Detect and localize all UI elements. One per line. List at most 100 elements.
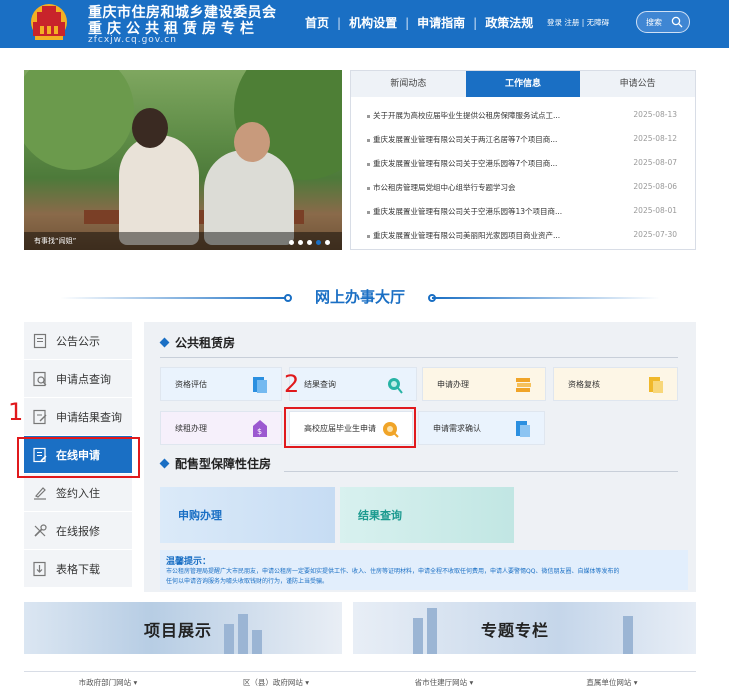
divider-dot: [284, 294, 292, 302]
top-nav: 首页 | 机构设置 | 申请指南 | 政策法规: [305, 14, 533, 31]
news-title[interactable]: 重庆发展置业管理有限公司关于空港乐园等7个项目商...: [373, 158, 603, 169]
building-graphic: [224, 624, 234, 654]
sidebar-item-label: 表格下载: [56, 562, 100, 576]
bullet-icon: [367, 235, 370, 238]
carousel-dot[interactable]: [298, 240, 303, 245]
service-confirm-need[interactable]: 申请需求确认: [418, 411, 545, 445]
carousel-dot[interactable]: [307, 240, 312, 245]
service-label: 结果查询: [358, 509, 402, 522]
repair-icon: [34, 523, 47, 537]
footer-link-label: 直属单位网站: [586, 678, 632, 687]
building-graphic: [623, 616, 633, 654]
carousel-dot-active[interactable]: [316, 240, 321, 245]
sidebar-item-label: 申请结果查询: [56, 410, 122, 424]
news-date: 2025-07-30: [633, 230, 677, 239]
tab-work-info[interactable]: 工作信息: [465, 71, 581, 97]
sidebar-item-repair[interactable]: 在线报修: [24, 512, 132, 550]
divider: [60, 297, 288, 299]
account-links[interactable]: 登录 注册 | 无障碍: [547, 17, 609, 28]
footer-link-city-departments[interactable]: 市政府部门网站 ▾: [24, 672, 192, 693]
reminder-text: 任何以申请咨询服务为噱头收取钱财的行为，谨防上当受骗。: [166, 578, 329, 585]
news-title[interactable]: 重庆发展置业管理有限公司关于空港乐园等13个项目商...: [373, 206, 603, 217]
online-hall-heading: 网上办事大厅: [0, 286, 729, 310]
projects-banner[interactable]: 项目展示: [24, 602, 342, 654]
footer-link-district-governments[interactable]: 区（县）政府网站 ▾: [192, 672, 360, 693]
tab-news[interactable]: 新闻动态: [351, 71, 466, 97]
news-item[interactable]: 关于开展为高校应届毕业生提供公租房保障服务试点工... 2025-08-13: [351, 105, 695, 129]
apply-process-icon: [516, 378, 531, 392]
news-title[interactable]: 关于开展为高校应届毕业生提供公租房保障服务试点工...: [373, 110, 603, 121]
emblem-icon: [31, 4, 67, 40]
news-item[interactable]: 重庆发展置业管理有限公司关于空港乐园等7个项目商... 2025-08-07: [351, 153, 695, 177]
sign-contract-icon: [34, 486, 46, 500]
sidebar-item-result-query[interactable]: 申请结果查询: [24, 398, 132, 436]
building-graphic: [238, 614, 248, 654]
service-label: 资格评估: [175, 379, 207, 389]
bullet-icon: [367, 187, 370, 190]
service-apply-process[interactable]: 申请办理: [422, 367, 546, 401]
sidebar-item-location-query[interactable]: 申请点查询: [24, 360, 132, 398]
service-eligibility-assessment[interactable]: 资格评估: [160, 367, 282, 401]
search-icon: [671, 16, 683, 28]
site-domain: zfcxjw.cq.gov.cn: [88, 35, 177, 45]
step-marker-2: 2: [284, 370, 300, 398]
sidebar-item-sign-contract[interactable]: 签约入住: [24, 474, 132, 512]
renew-icon: $: [253, 420, 267, 437]
service-label: 申购办理: [178, 509, 222, 522]
news-title[interactable]: 重庆发展置业管理有限公司关于两江名居等7个项目商...: [373, 134, 603, 145]
service-label: 申请办理: [437, 379, 469, 389]
highlight-box-graduate-apply: [284, 407, 416, 448]
sidebar-item-notices[interactable]: 公告公示: [24, 322, 132, 360]
news-title[interactable]: 市公租房管理局党组中心组举行专题学习会: [373, 182, 603, 193]
news-item[interactable]: 重庆发展置业管理有限公司关于空港乐园等13个项目商... 2025-08-01: [351, 201, 695, 225]
news-date: 2025-08-01: [633, 206, 677, 215]
service-result-query[interactable]: 结果查询: [289, 367, 417, 401]
topics-banner[interactable]: 专题专栏: [353, 602, 696, 654]
bullet-icon: [367, 139, 370, 142]
divider: [160, 357, 678, 358]
tab-announcements[interactable]: 申请公告: [580, 71, 695, 97]
sidebar-item-download[interactable]: 表格下载: [24, 550, 132, 588]
nav-separator: |: [473, 15, 478, 30]
service-renew-lease[interactable]: 续租办理 $: [160, 411, 282, 445]
bullet-icon: [367, 163, 370, 166]
footer-link-label: 区（县）政府网站: [242, 678, 303, 687]
download-icon: [33, 561, 46, 576]
footer-links: 市政府部门网站 ▾ 区（县）政府网站 ▾ 省市住建厅网站 ▾ 直属单位网站 ▾: [24, 671, 696, 693]
sidebar-item-label: 申请点查询: [56, 372, 111, 386]
news-date: 2025-08-12: [633, 134, 677, 143]
building-graphic: [413, 618, 423, 654]
nav-home[interactable]: 首页: [305, 14, 329, 31]
confirm-need-icon: [516, 421, 530, 437]
footer-link-provincial-agencies[interactable]: 省市住建厅网站 ▾: [360, 672, 528, 693]
news-title[interactable]: 重庆发展置业管理有限公司美丽阳光家园项目商业资产...: [373, 230, 603, 241]
service-sale-result-query[interactable]: 结果查询: [340, 487, 514, 543]
news-item[interactable]: 市公租房管理局党组中心组举行专题学习会 2025-08-06: [351, 177, 695, 201]
news-date: 2025-08-07: [633, 158, 677, 167]
bullet-icon: [367, 211, 370, 214]
carousel-dots: [289, 240, 330, 245]
carousel-dot[interactable]: [289, 240, 294, 245]
service-purchase-apply[interactable]: 申购办理: [160, 487, 335, 543]
nav-organization[interactable]: 机构设置: [349, 14, 397, 31]
banner-carousel[interactable]: 有事找“阎姐”: [24, 70, 342, 250]
assessment-icon: [253, 377, 267, 393]
photo-person: [204, 150, 294, 245]
nav-policy[interactable]: 政策法规: [485, 14, 533, 31]
footer-link-affiliated-units[interactable]: 直属单位网站 ▾: [528, 672, 696, 693]
service-qualification-review[interactable]: 资格复核: [553, 367, 678, 401]
reminder-box: 温馨提示： 市公租房管理局提醒广大市民朋友，申请公租房一定要如实提供工作、收入、…: [160, 550, 688, 590]
svg-text:$: $: [257, 427, 262, 436]
nav-guide[interactable]: 申请指南: [417, 14, 465, 31]
review-icon: [649, 377, 663, 393]
news-item[interactable]: 重庆发展置业管理有限公司关于两江名居等7个项目商... 2025-08-12: [351, 129, 695, 153]
photo-person: [119, 135, 199, 245]
building-graphic: [252, 630, 262, 654]
news-panel: 新闻动态 工作信息 申请公告 关于开展为高校应届毕业生提供公租房保障服务试点工.…: [350, 70, 696, 250]
search-button[interactable]: 搜索: [636, 11, 690, 33]
service-label: 结果查询: [304, 379, 336, 389]
carousel-dot[interactable]: [325, 240, 330, 245]
service-label: 资格复核: [568, 379, 600, 389]
news-item[interactable]: 重庆发展置业管理有限公司美丽阳光家园项目商业资产... 2025-07-30: [351, 225, 695, 249]
nav-separator: |: [405, 15, 410, 30]
